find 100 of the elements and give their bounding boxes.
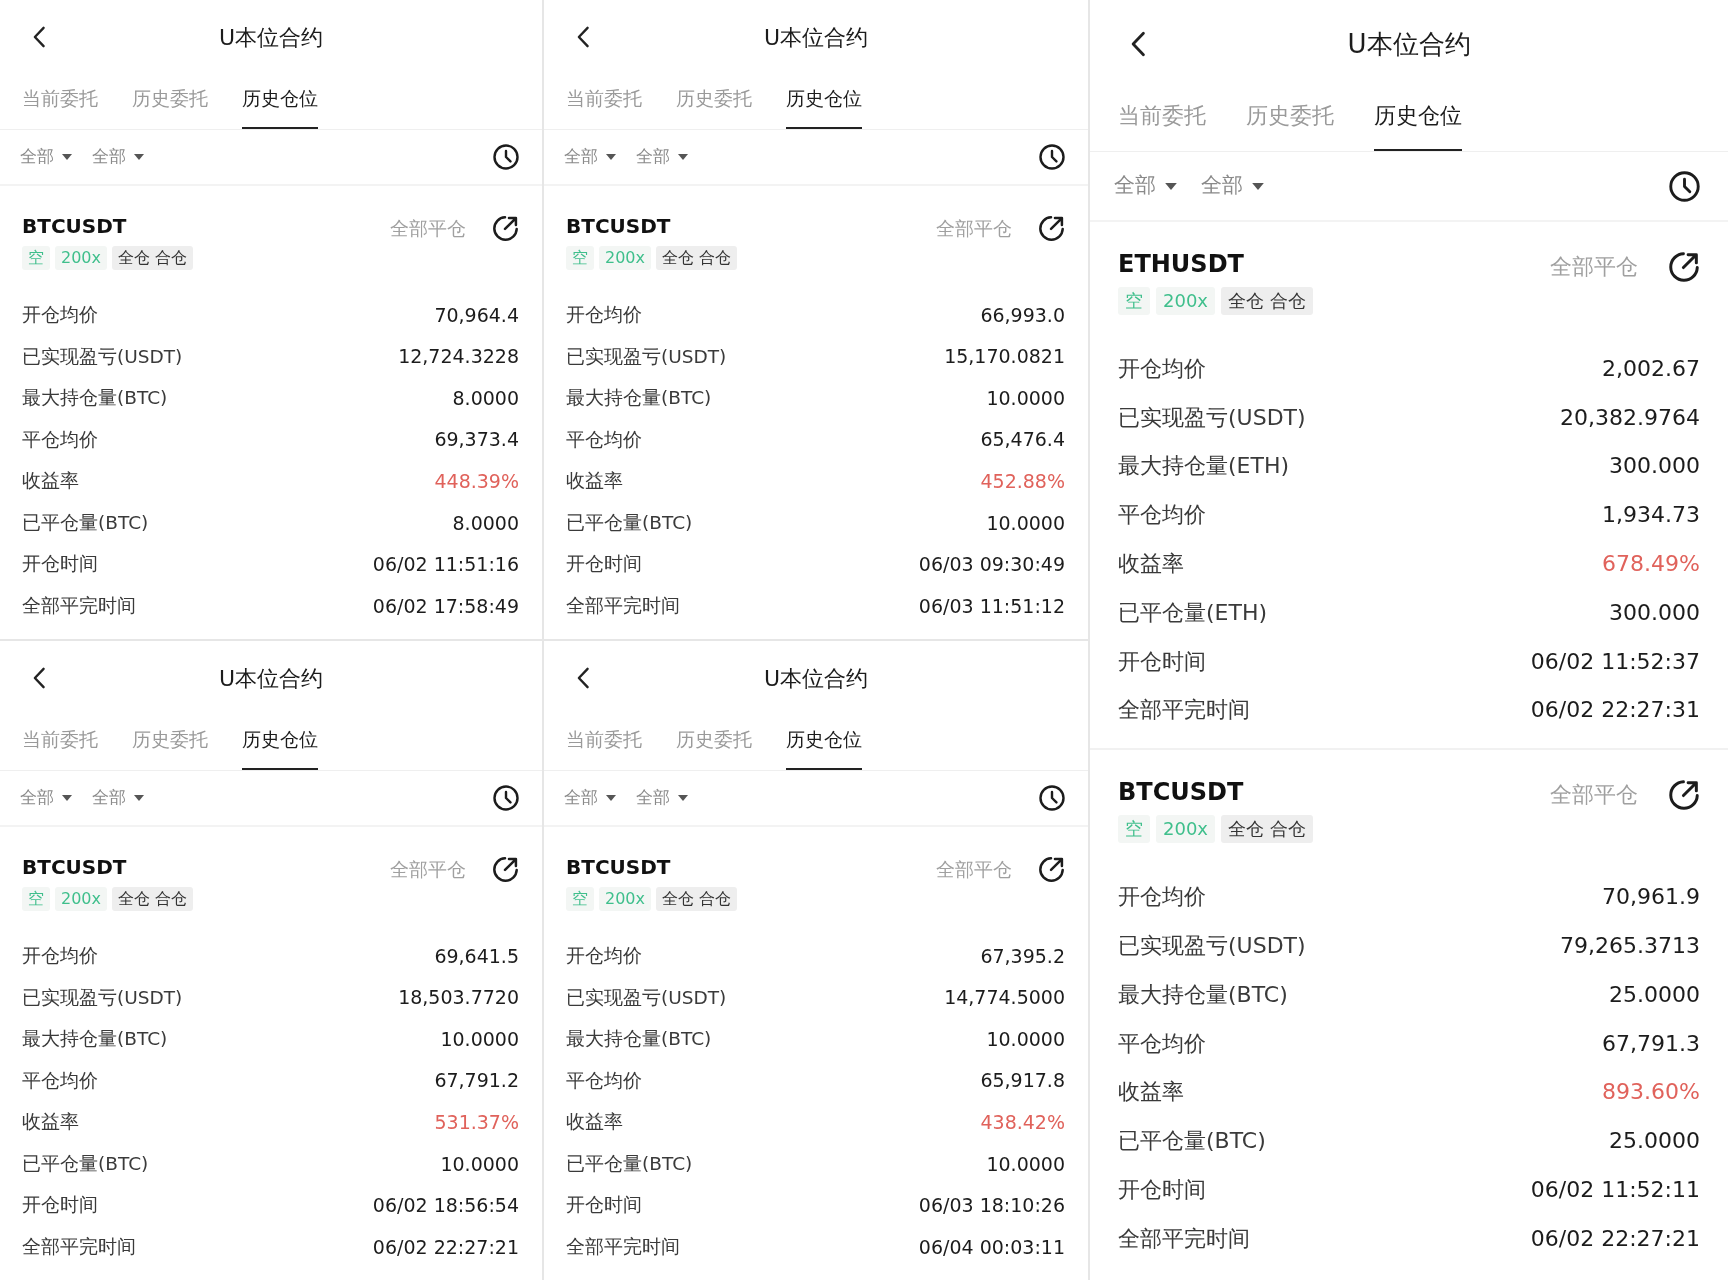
clock-icon[interactable] <box>1039 144 1065 170</box>
field-value: 06/02 11:52:11 <box>1530 1176 1700 1205</box>
field-label: 开仓时间 <box>566 552 642 577</box>
field-value: 14,774.5000 <box>944 985 1065 1011</box>
tab[interactable]: 当前委托 <box>22 86 98 129</box>
tab[interactable]: 当前委托 <box>1118 102 1206 151</box>
field-label: 开仓时间 <box>1118 647 1206 676</box>
field-value: 8.0000 <box>452 385 519 411</box>
field-label: 开仓时间 <box>1118 1176 1206 1205</box>
tab[interactable]: 当前委托 <box>566 86 642 129</box>
field-value: 15,170.0821 <box>944 344 1065 370</box>
caret-icon <box>606 154 616 160</box>
field-label: 已平仓量(BTC) <box>22 1151 149 1176</box>
side-tag: 空 <box>1118 815 1150 844</box>
tab[interactable]: 历史委托 <box>676 727 752 770</box>
margin-mode-tag: 全仓 合仓 <box>1221 287 1313 315</box>
share-icon[interactable] <box>492 855 519 883</box>
close-all-button[interactable]: 全部平仓 <box>1550 778 1638 812</box>
tab[interactable]: 历史仓位 <box>786 727 862 770</box>
filter-dropdown[interactable]: 全部 <box>636 785 688 811</box>
field-label: 开仓均价 <box>22 302 98 327</box>
close-all-button[interactable]: 全部平仓 <box>1550 250 1638 283</box>
back-icon[interactable] <box>32 667 46 689</box>
field-value: 69,641.5 <box>434 943 519 969</box>
side-tag: 空 <box>22 887 50 911</box>
field-value: 1,934.73 <box>1602 501 1700 530</box>
back-icon[interactable] <box>32 26 46 48</box>
field-value: 678.49% <box>1602 550 1700 579</box>
caret-icon <box>1165 182 1177 190</box>
filter-dropdown[interactable]: 全部 <box>92 785 144 811</box>
field-label: 平仓均价 <box>566 1068 642 1093</box>
filter-dropdown[interactable]: 全部 <box>636 144 688 170</box>
field-label: 开仓均价 <box>1118 354 1206 383</box>
filter-dropdown[interactable]: 全部 <box>20 144 72 170</box>
page-title: U本位合约 <box>218 23 324 52</box>
tab[interactable]: 历史委托 <box>676 86 752 129</box>
field-label: 已实现盈亏(USDT) <box>566 344 727 369</box>
side-tag: 空 <box>566 887 594 911</box>
share-icon[interactable] <box>1668 778 1700 811</box>
margin-mode-tag: 全仓 合仓 <box>112 887 194 911</box>
close-all-button[interactable]: 全部平仓 <box>390 855 466 884</box>
back-icon[interactable] <box>1130 31 1146 57</box>
tab[interactable]: 历史仓位 <box>1374 102 1462 151</box>
page-title: U本位合约 <box>763 23 869 52</box>
field-value: 10.0000 <box>986 385 1065 411</box>
field-label: 全部平完时间 <box>566 1235 680 1260</box>
field-label: 全部平完时间 <box>22 594 136 619</box>
clock-icon[interactable] <box>1039 785 1065 811</box>
field-value: 79,265.3713 <box>1560 932 1700 961</box>
tab[interactable]: 历史委托 <box>1246 102 1334 151</box>
clock-icon[interactable] <box>1669 170 1700 202</box>
close-all-button[interactable]: 全部平仓 <box>936 855 1012 884</box>
share-icon[interactable] <box>1038 214 1065 242</box>
field-label: 最大持仓量(ETH) <box>1118 452 1290 481</box>
close-all-button[interactable]: 全部平仓 <box>936 214 1012 243</box>
tab[interactable]: 历史仓位 <box>242 727 318 770</box>
filter-dropdown[interactable]: 全部 <box>92 144 144 170</box>
share-icon[interactable] <box>1668 250 1700 283</box>
share-icon[interactable] <box>1038 855 1065 883</box>
field-value: 70,964.4 <box>434 302 519 328</box>
field-label: 收益率 <box>1118 550 1184 579</box>
field-label: 收益率 <box>1118 1078 1184 1107</box>
tab[interactable]: 历史仓位 <box>786 86 862 129</box>
back-icon[interactable] <box>576 26 590 48</box>
field-value: 65,917.8 <box>980 1068 1065 1094</box>
page-title: U本位合约 <box>218 664 324 693</box>
filter-dropdown[interactable]: 全部 <box>1201 170 1264 202</box>
field-value: 438.42% <box>980 1109 1065 1135</box>
field-label: 全部平完时间 <box>1118 1224 1250 1253</box>
field-label: 已平仓量(BTC) <box>1118 1127 1266 1156</box>
field-value: 69,373.4 <box>434 427 519 453</box>
field-label: 已实现盈亏(USDT) <box>22 985 183 1010</box>
field-value: 10.0000 <box>986 1151 1065 1177</box>
back-icon[interactable] <box>576 667 590 689</box>
clock-icon[interactable] <box>493 144 519 170</box>
field-label: 平仓均价 <box>22 1068 98 1093</box>
close-all-button[interactable]: 全部平仓 <box>390 214 466 243</box>
filter-dropdown[interactable]: 全部 <box>1114 170 1177 202</box>
field-label: 收益率 <box>566 1110 623 1135</box>
clock-icon[interactable] <box>493 785 519 811</box>
field-label: 已实现盈亏(USDT) <box>566 985 727 1010</box>
tab[interactable]: 历史仓位 <box>242 86 318 129</box>
field-value: 06/03 18:10:26 <box>918 1193 1065 1219</box>
tab[interactable]: 当前委托 <box>22 727 98 770</box>
field-label: 开仓均价 <box>1118 883 1206 912</box>
field-value: 25.0000 <box>1609 1127 1700 1156</box>
field-label: 开仓均价 <box>22 943 98 968</box>
caret-icon <box>134 795 144 801</box>
field-label: 全部平完时间 <box>1118 696 1250 725</box>
tab[interactable]: 历史委托 <box>132 86 208 129</box>
tab[interactable]: 当前委托 <box>566 727 642 770</box>
filter-dropdown[interactable]: 全部 <box>564 144 616 170</box>
share-icon[interactable] <box>492 214 519 242</box>
caret-icon <box>134 154 144 160</box>
tab[interactable]: 历史委托 <box>132 727 208 770</box>
filter-dropdown[interactable]: 全部 <box>20 785 72 811</box>
filter-dropdown[interactable]: 全部 <box>564 785 616 811</box>
field-value: 300.000 <box>1609 598 1700 627</box>
field-label: 收益率 <box>566 469 623 494</box>
caret-icon <box>62 154 72 160</box>
